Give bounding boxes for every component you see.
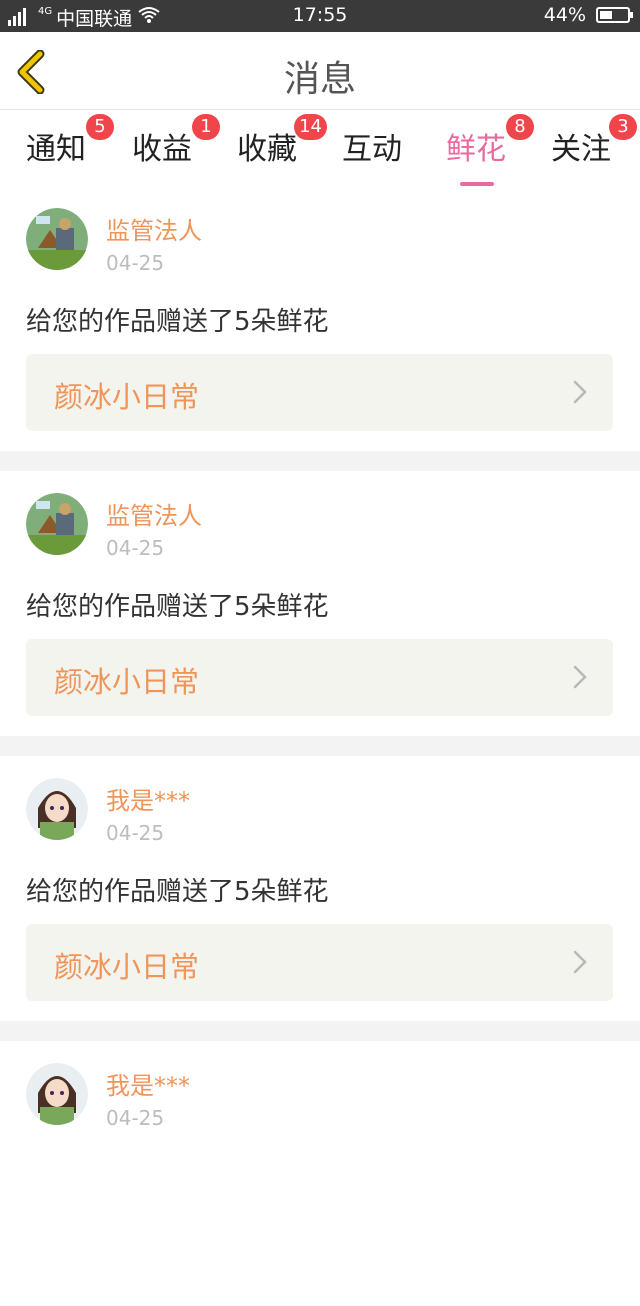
work-link[interactable]: 颜冰小日常	[26, 924, 613, 1001]
tab-label: 关注	[551, 132, 611, 167]
list-item: 我是*** 04-25	[0, 1041, 640, 1306]
work-link[interactable]: 颜冰小日常	[26, 639, 613, 716]
work-link[interactable]: 颜冰小日常	[26, 354, 613, 431]
tab-badge: 1	[192, 114, 220, 140]
tab-label: 收益	[132, 132, 192, 167]
tab-label: 收藏	[237, 132, 297, 167]
battery-icon	[596, 7, 633, 23]
message-date: 04-25	[106, 821, 165, 845]
tab-favorites[interactable]: 收藏 14	[237, 114, 327, 168]
chevron-right-icon	[573, 950, 587, 974]
sender-name[interactable]: 监管法人	[106, 211, 202, 246]
tab-badge: 14	[294, 114, 327, 140]
message-date: 04-25	[106, 1106, 165, 1130]
sender-name[interactable]: 我是***	[106, 781, 190, 816]
message-text: 给您的作品赠送了5朵鲜花	[26, 877, 329, 907]
message-date: 04-25	[106, 536, 165, 560]
tab-label: 互动	[342, 132, 402, 167]
message-list: 监管法人 04-25 给您的作品赠送了5朵鲜花 颜冰小日常 监管法人 04-25…	[0, 186, 640, 1306]
sender-name[interactable]: 我是***	[106, 1066, 190, 1101]
tab-flowers[interactable]: 鲜花 8	[446, 114, 534, 186]
list-item: 我是*** 04-25 给您的作品赠送了5朵鲜花 颜冰小日常	[0, 756, 640, 1021]
list-item: 监管法人 04-25 给您的作品赠送了5朵鲜花 颜冰小日常	[0, 186, 640, 451]
tab-bar: 通知 5 收益 1 收藏 14 互动 鲜花 8 关注 3	[0, 110, 640, 186]
status-bar: 4G 中国联通 17:55 44%	[0, 0, 640, 32]
avatar[interactable]	[26, 778, 88, 840]
header: 消息	[0, 32, 640, 110]
work-title: 颜冰小日常	[54, 950, 200, 984]
tab-following[interactable]: 关注 3	[551, 114, 637, 168]
message-date: 04-25	[106, 251, 165, 275]
message-text: 给您的作品赠送了5朵鲜花	[26, 307, 329, 337]
page-title: 消息	[283, 59, 356, 100]
message-text: 给您的作品赠送了5朵鲜花	[26, 592, 329, 622]
avatar[interactable]	[26, 208, 88, 270]
avatar[interactable]	[26, 493, 88, 555]
battery-percent: 44%	[543, 4, 586, 26]
divider	[0, 1021, 640, 1041]
tab-label: 鲜花	[446, 132, 506, 167]
work-title: 颜冰小日常	[54, 380, 200, 414]
chevron-right-icon	[573, 380, 587, 404]
status-right: 44%	[543, 4, 633, 26]
tab-badge: 3	[609, 114, 637, 140]
tab-interactions[interactable]: 互动	[342, 124, 402, 168]
list-item: 监管法人 04-25 给您的作品赠送了5朵鲜花 颜冰小日常	[0, 471, 640, 736]
work-title: 颜冰小日常	[54, 665, 200, 699]
divider	[0, 451, 640, 471]
tab-badge: 8	[506, 114, 534, 140]
divider	[0, 736, 640, 756]
tab-notifications[interactable]: 通知 5	[26, 114, 114, 168]
avatar[interactable]	[26, 1063, 88, 1125]
tab-earnings[interactable]: 收益 1	[132, 114, 220, 168]
tab-badge: 5	[86, 114, 114, 140]
chevron-right-icon	[573, 665, 587, 689]
tab-label: 通知	[26, 132, 86, 167]
sender-name[interactable]: 监管法人	[106, 496, 202, 531]
